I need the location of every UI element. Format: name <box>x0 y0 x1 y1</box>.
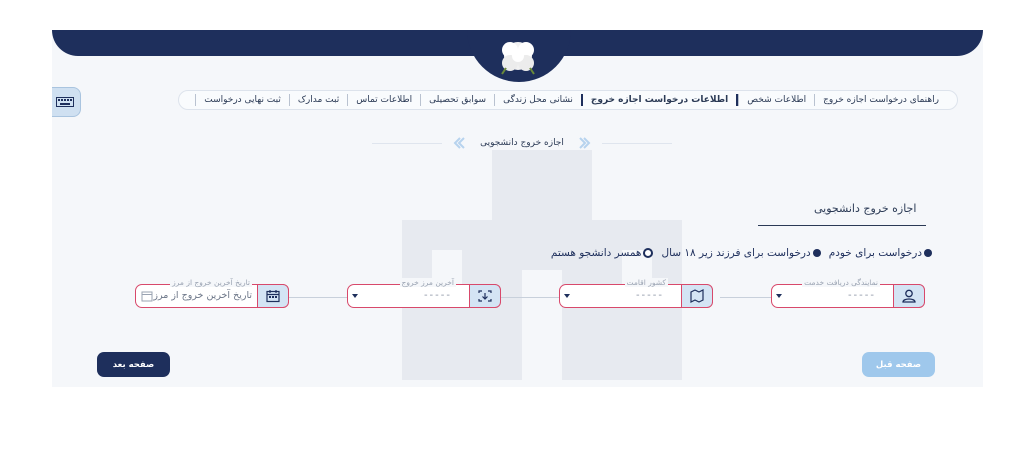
service-office-select[interactable]: نمایندگی دریافت خدمت ----- <box>771 278 925 308</box>
nav-item-contact[interactable]: اطلاعات تماس <box>347 94 420 106</box>
field-value: ----- <box>423 290 452 301</box>
caret-down-icon <box>776 294 782 298</box>
nav-item-exit-request-info[interactable]: اطلاعات درخواست اجازه خروج <box>580 94 739 106</box>
radio-label: همسر دانشجو هستم <box>550 247 642 259</box>
divider <box>602 143 672 144</box>
keyboard-icon <box>55 97 74 107</box>
border-icon <box>478 290 492 302</box>
caret-down-icon <box>352 294 358 298</box>
field-label: نمایندگی دریافت خدمت <box>802 278 880 287</box>
chevron-left-icon <box>453 137 465 149</box>
map-icon <box>690 289 704 303</box>
radio-spouse[interactable]: همسر دانشجو هستم <box>551 247 654 259</box>
radio-dot <box>812 249 821 257</box>
exit-date-field[interactable]: تاریخ آخرین خروج از مرز تاریخ آخرین خروج… <box>135 278 289 308</box>
radio-self[interactable]: درخواست برای خودم <box>829 247 932 259</box>
connector-line <box>501 297 559 298</box>
nav-item-personal-info[interactable]: اطلاعات شخص <box>738 94 814 106</box>
radio-label: درخواست برای فرزند زیر ۱۸ سال <box>661 247 811 259</box>
heading-underline <box>758 225 926 226</box>
radio-dot <box>924 249 932 257</box>
nav-item-guide[interactable]: راهنمای درخواست اجازه خروج <box>814 94 939 106</box>
exit-date-input: تاریخ آخرین خروج از مرز <box>153 290 252 301</box>
radio-dot-selected <box>643 248 654 258</box>
page-frame: راهنمای درخواست اجازه خروج اطلاعات شخص ا… <box>52 30 983 387</box>
field-icon-box <box>681 284 713 308</box>
radio-label: درخواست برای خودم <box>828 247 922 259</box>
connector-line <box>720 297 771 298</box>
calendar-small-icon <box>141 291 153 302</box>
radio-child[interactable]: درخواست برای فرزند زیر ۱۸ سال <box>661 247 821 259</box>
field-value: ----- <box>847 290 876 301</box>
prev-page-button[interactable]: صفحه قبل <box>862 352 935 377</box>
user-icon <box>902 289 916 303</box>
connector-line <box>289 297 347 298</box>
field-value: ----- <box>635 290 664 301</box>
field-label: آخرین مرز خروج <box>399 278 456 287</box>
flower-logo-icon <box>501 42 535 75</box>
calendar-icon <box>266 290 280 303</box>
request-type-radio-group: درخواست برای خودم درخواست برای فرزند زیر… <box>542 245 932 261</box>
field-icon-box <box>893 284 925 308</box>
caret-down-icon <box>564 294 570 298</box>
residence-country-select[interactable]: کشور اقامت ----- <box>559 278 713 308</box>
exit-border-select[interactable]: آخرین مرز خروج ----- <box>347 278 501 308</box>
field-label: کشور اقامت <box>624 278 668 287</box>
field-icon-box <box>469 284 501 308</box>
form-heading: اجازه خروج دانشجویی <box>814 202 917 215</box>
nav-item-documents[interactable]: ثبت مدارک <box>288 94 347 106</box>
step-navigation: راهنمای درخواست اجازه خروج اطلاعات شخص ا… <box>178 90 958 110</box>
chevron-right-icon <box>579 137 591 149</box>
next-page-button[interactable]: صفحه بعد <box>97 352 170 377</box>
nav-item-education[interactable]: سوابق تحصیلی <box>420 94 494 106</box>
nav-item-final-submit[interactable]: ثبت نهایی درخواست <box>195 94 289 106</box>
section-title: اجازه خروج دانشجویی <box>372 134 672 152</box>
section-title-text: اجازه خروج دانشجویی <box>480 138 564 148</box>
divider <box>372 143 442 144</box>
field-icon-box <box>257 284 289 308</box>
nav-item-address[interactable]: نشانی محل زندگی <box>494 94 581 106</box>
field-label: تاریخ آخرین خروج از مرز <box>170 278 252 287</box>
keyboard-button[interactable] <box>52 87 81 117</box>
